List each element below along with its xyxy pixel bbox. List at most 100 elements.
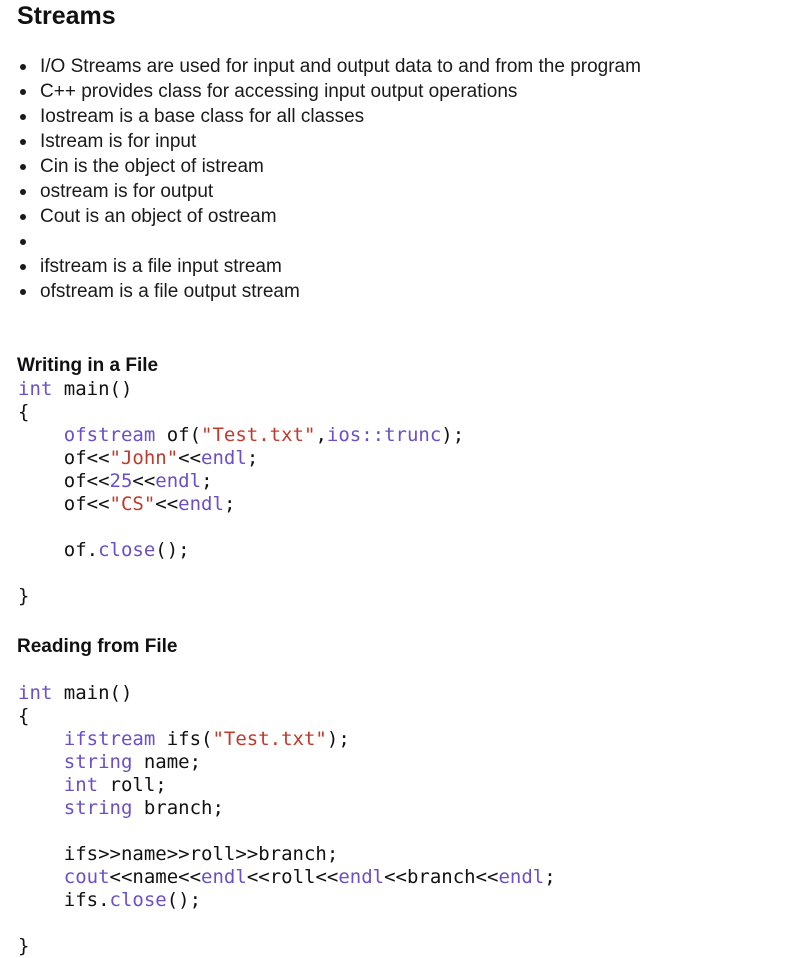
bullet-item: C++ provides class for accessing input o… — [17, 79, 641, 104]
writing-code-block: int main(){ ofstream of("Test.txt",ios::… — [18, 378, 464, 608]
code-line: ifs>>name>>roll>>branch; — [18, 843, 556, 866]
code-keyword: close — [98, 539, 156, 561]
reading-heading: Reading from File — [17, 636, 178, 657]
bullet-item: ifstream is a file input stream — [17, 254, 641, 279]
code-text: of<< — [18, 447, 110, 469]
bullet-dot-icon — [20, 214, 26, 220]
code-keyword: endl — [498, 866, 545, 888]
code-line: string branch; — [18, 797, 556, 820]
bullet-text: ostream is for output — [40, 181, 214, 202]
bullet-item: ofstream is a file output stream — [17, 279, 641, 304]
code-line: of<<25<<endl; — [18, 470, 464, 493]
bullet-item — [17, 229, 641, 254]
code-text: ; — [223, 493, 236, 515]
bullet-dot-icon — [20, 289, 26, 295]
code-text: , — [315, 424, 327, 446]
page-title: Streams — [17, 2, 116, 30]
code-text: ifs>>name>>roll>>branch; — [18, 843, 339, 865]
bullet-dot-icon — [20, 139, 26, 145]
code-line: { — [18, 401, 464, 424]
code-text: roll; — [98, 774, 167, 796]
code-line: cout<<name<<endl<<roll<<endl<<branch<<en… — [18, 866, 556, 889]
code-line: ifstream ifs("Test.txt"); — [18, 728, 556, 751]
bullet-text: Cout is an object of ostream — [40, 206, 277, 227]
code-text: ; — [544, 866, 556, 888]
bullet-item: Cout is an object of ostream — [17, 204, 641, 229]
bullet-list: I/O Streams are used for input and outpu… — [17, 54, 641, 304]
code-text: main() — [52, 378, 133, 400]
code-text: main() — [52, 682, 133, 704]
code-line: ifs.close(); — [18, 889, 556, 912]
code-text: of<< — [18, 493, 110, 515]
bullet-text: Iostream is a base class for all classes — [40, 106, 365, 127]
bullet-dot-icon — [20, 64, 26, 70]
code-text: { — [18, 705, 30, 727]
code-keyword: endl — [201, 447, 247, 469]
code-keyword: string — [63, 751, 133, 773]
code-line: int main() — [18, 682, 556, 705]
code-text: ifs( — [155, 728, 213, 750]
code-text: ; — [201, 470, 213, 492]
bullet-dot-icon — [20, 189, 26, 195]
code-line: { — [18, 705, 556, 728]
code-keyword: cout — [63, 866, 110, 888]
code-text: << — [132, 470, 156, 492]
code-line: of<<"John"<<endl; — [18, 447, 464, 470]
bullet-dot-icon — [20, 89, 26, 95]
bullet-item: I/O Streams are used for input and outpu… — [17, 54, 641, 79]
code-text: branch; — [132, 797, 224, 819]
code-keyword: int — [63, 774, 99, 796]
code-keyword: int — [18, 378, 53, 400]
document: Streams I/O Streams are used for input a… — [17, 0, 780, 957]
reading-code-block: int main(){ ifstream ifs("Test.txt"); st… — [18, 682, 556, 958]
bullet-text: C++ provides class for accessing input o… — [40, 81, 518, 102]
code-string: "John" — [109, 447, 179, 469]
code-keyword: ofstream — [63, 424, 156, 446]
code-keyword: close — [109, 889, 167, 911]
code-keyword: endl — [338, 866, 385, 888]
code-text: << — [155, 493, 179, 515]
code-string: "Test.txt" — [201, 424, 316, 446]
code-line: } — [18, 585, 464, 608]
code-text: of. — [18, 539, 99, 561]
code-number: 25 — [109, 470, 133, 492]
code-text: of( — [155, 424, 202, 446]
code-line: string name; — [18, 751, 556, 774]
bullet-text: Istream is for input — [40, 131, 197, 152]
bullet-item: Cin is the object of istream — [17, 154, 641, 179]
bullet-dot-icon — [20, 239, 26, 245]
bullet-dot-icon — [20, 164, 26, 170]
code-string: "Test.txt" — [212, 728, 327, 750]
code-text: ); — [441, 424, 465, 446]
code-keyword: ifstream — [63, 728, 156, 750]
code-line: of<<"CS"<<endl; — [18, 493, 464, 516]
code-text: } — [18, 585, 30, 607]
bullet-item: ostream is for output — [17, 179, 641, 204]
code-keyword: int — [18, 682, 53, 704]
code-text: ifs. — [18, 889, 110, 911]
code-keyword: endl — [178, 493, 224, 515]
code-text: <<branch<< — [384, 866, 499, 888]
bullet-item: Iostream is a base class for all classes — [17, 104, 641, 129]
bullet-text: ifstream is a file input stream — [40, 256, 282, 277]
code-text: ; — [246, 447, 259, 469]
code-keyword: endl — [155, 470, 202, 492]
bullet-dot-icon — [20, 264, 26, 270]
code-text: } — [18, 935, 30, 957]
code-text: { — [18, 401, 30, 423]
bullet-text: I/O Streams are used for input and outpu… — [40, 56, 641, 77]
code-text: ); — [326, 728, 350, 750]
code-keyword: ios::trunc — [326, 424, 442, 446]
bullet-item: Istream is for input — [17, 129, 641, 154]
code-text: <<roll<< — [246, 866, 339, 888]
